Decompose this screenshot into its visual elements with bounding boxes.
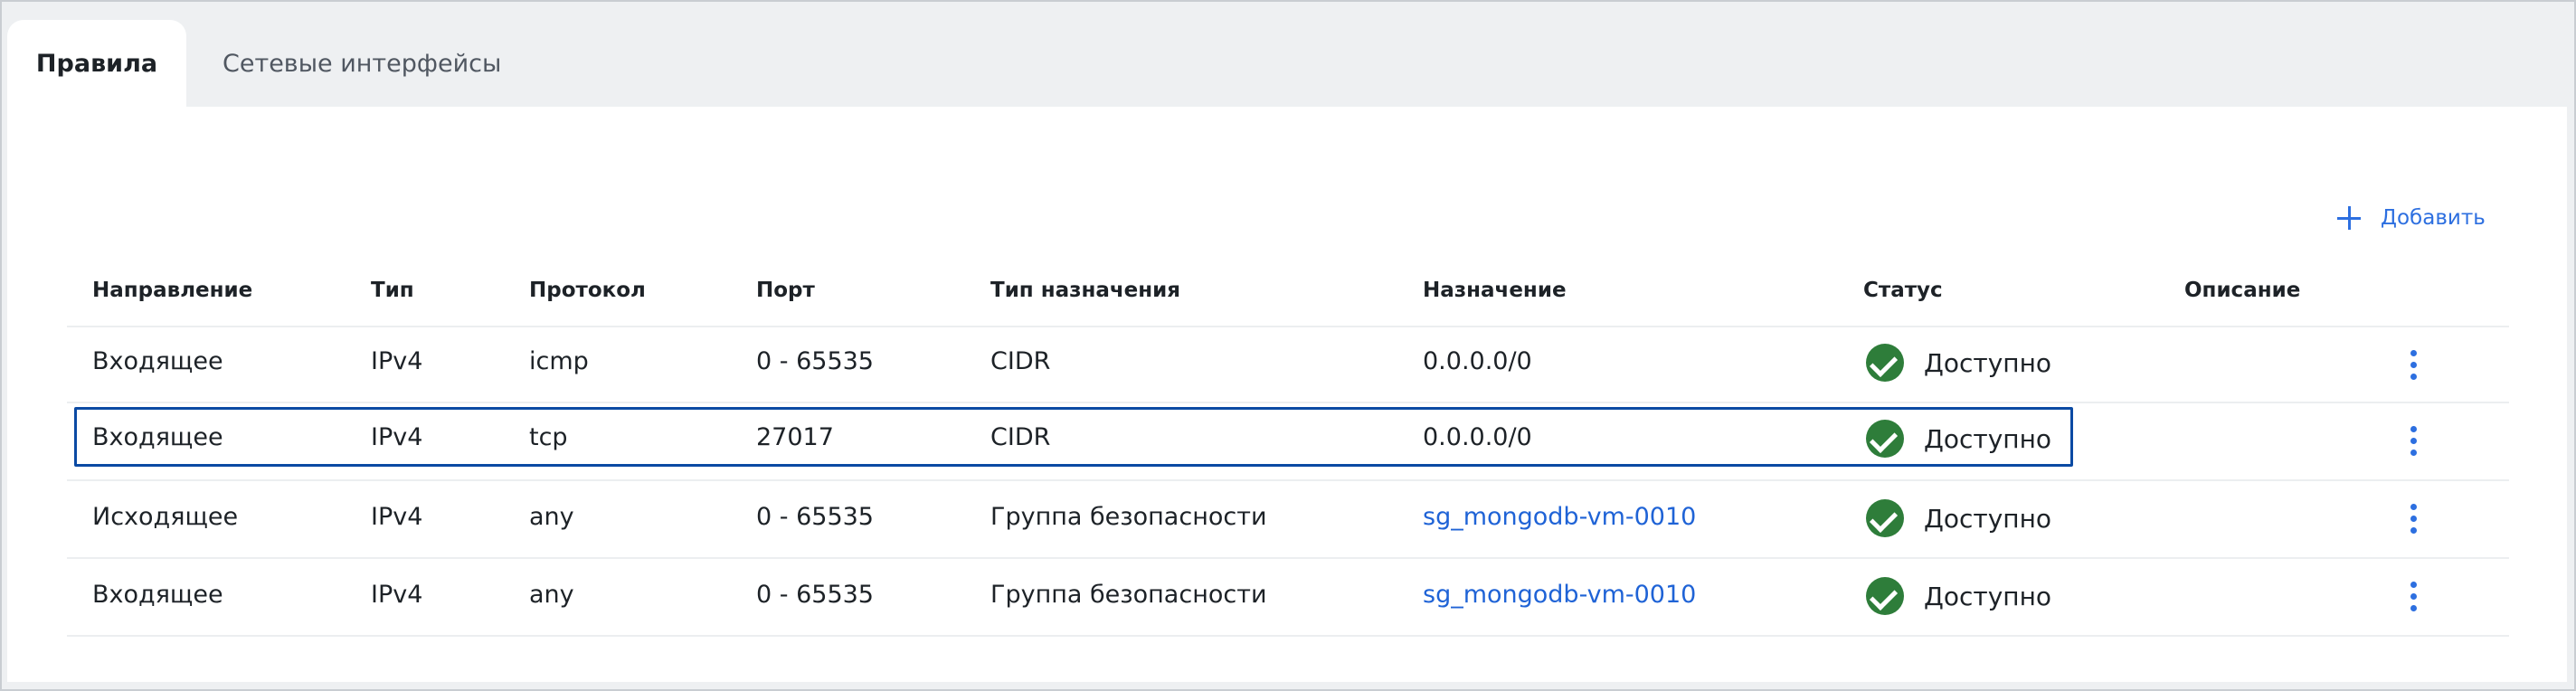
column-header-destination[interactable]: Назначение (1423, 279, 1567, 315)
cell-type: IPv4 (371, 347, 423, 375)
tab-rules[interactable]: Правила (7, 20, 186, 107)
divider (67, 557, 2509, 559)
status-badge: Доступно (1866, 577, 2051, 615)
cell-protocol: any (529, 581, 574, 609)
cell-direction: Исходящее (92, 503, 239, 531)
security-group-link[interactable]: sg_mongodb-vm-0010 (1423, 581, 1696, 609)
status-text: Доступно (1924, 347, 2052, 378)
column-header-description[interactable]: Описание (2184, 279, 2300, 315)
row-menu-button[interactable] (2403, 501, 2425, 537)
tab-network-interfaces[interactable]: Сетевые интерфейсы (223, 20, 501, 107)
cell-dest-type: Группа безопасности (990, 581, 1267, 609)
column-header-direction[interactable]: Направление (92, 279, 252, 315)
cell-direction: Входящее (92, 581, 223, 609)
cell-port: 0 - 65535 (756, 503, 874, 531)
cell-port: 0 - 65535 (756, 581, 874, 609)
security-group-link[interactable]: sg_mongodb-vm-0010 (1423, 503, 1696, 531)
column-header-dest-type[interactable]: Тип назначения (990, 279, 1180, 315)
check-circle-icon (1866, 344, 1904, 382)
cell-dest-type: CIDR (990, 347, 1051, 375)
cell-dest-type: Группа безопасности (990, 503, 1267, 531)
cell-type: IPv4 (371, 503, 423, 531)
divider (67, 479, 2509, 481)
status-badge: Доступно (1866, 499, 2051, 537)
status-text: Доступно (1924, 581, 2052, 611)
divider (67, 402, 2509, 403)
column-header-type[interactable]: Тип (371, 279, 414, 315)
cell-direction: Входящее (92, 347, 223, 375)
cell-port: 0 - 65535 (756, 347, 874, 375)
cell-type: IPv4 (371, 581, 423, 609)
cell-protocol: any (529, 503, 574, 531)
status-badge: Доступно (1866, 344, 2051, 382)
cell-protocol: icmp (529, 347, 589, 375)
add-rule-button[interactable]: Добавить (2337, 198, 2486, 238)
column-header-status[interactable]: Статус (1863, 279, 1943, 315)
check-circle-icon (1866, 499, 1904, 537)
column-header-port[interactable]: Порт (756, 279, 815, 315)
status-text: Доступно (1924, 503, 2052, 534)
row-selection-outline (74, 407, 2073, 467)
add-rule-label: Добавить (2381, 206, 2486, 230)
tab-bar: Правила Сетевые интерфейсы (7, 20, 2567, 107)
column-header-protocol[interactable]: Протокол (529, 279, 646, 315)
row-menu-button[interactable] (2403, 347, 2425, 383)
row-menu-button[interactable] (2403, 579, 2425, 615)
row-menu-button[interactable] (2403, 423, 2425, 459)
plus-icon (2337, 206, 2361, 230)
divider (67, 635, 2509, 637)
divider (67, 326, 2509, 327)
check-circle-icon (1866, 577, 1904, 615)
cell-destination: 0.0.0.0/0 (1423, 347, 1532, 375)
